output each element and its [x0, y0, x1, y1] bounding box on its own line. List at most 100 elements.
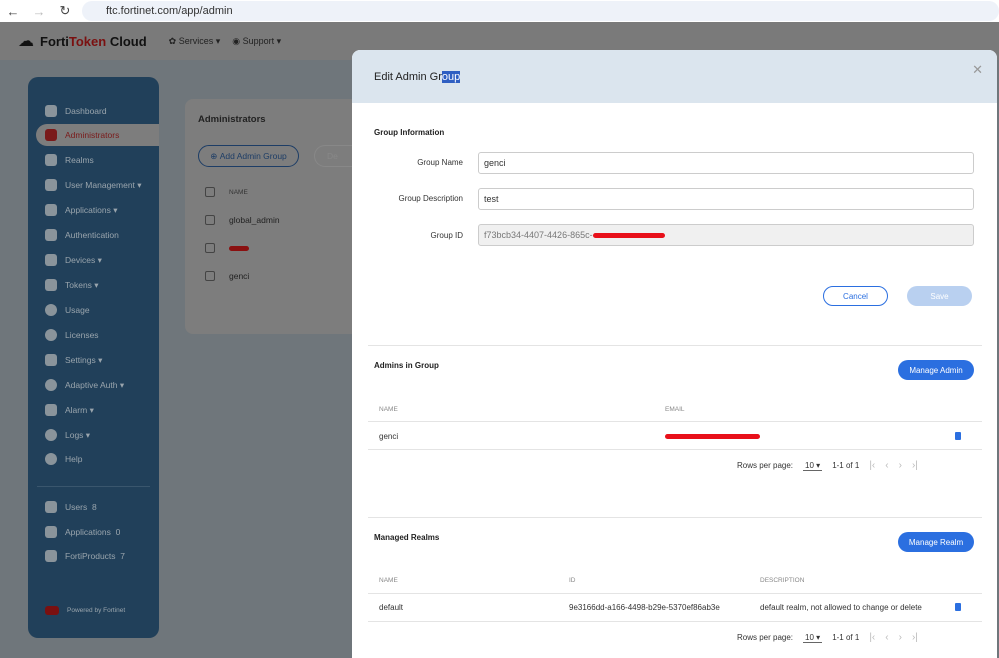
- adaptive-auth-icon: [45, 379, 57, 391]
- edit-admin-group-modal: Edit Admin Group ✕ Group Information Gro…: [352, 50, 997, 658]
- realm-name-cell: default: [379, 603, 404, 612]
- help-icon: [45, 453, 57, 465]
- token-icon: [45, 279, 57, 291]
- divider: [368, 345, 982, 346]
- sidebar-item-licenses[interactable]: Licenses: [28, 324, 159, 346]
- license-icon: [45, 329, 57, 341]
- admins-pagination: Rows per page: 10 ▾ 1-1 of 1 |‹ ‹ › ›|: [737, 460, 918, 471]
- row-checkbox[interactable]: [205, 243, 215, 253]
- cancel-button[interactable]: Cancel: [823, 286, 888, 306]
- select-all-checkbox[interactable]: [205, 187, 215, 197]
- group-name-label: Group Name: [417, 158, 463, 167]
- redacted-name: [229, 245, 249, 251]
- sidebar: Dashboard Administrators Realms User Man…: [28, 77, 159, 638]
- last-page-icon[interactable]: ›|: [912, 460, 918, 471]
- column-header-email: EMAIL: [665, 406, 685, 413]
- sidebar-item-adaptive-auth[interactable]: Adaptive Auth ▾: [28, 374, 159, 396]
- first-page-icon[interactable]: |‹: [869, 460, 875, 471]
- redacted-email: [665, 434, 760, 439]
- column-header-id: ID: [569, 577, 576, 584]
- realms-icon: [45, 154, 57, 166]
- realm-description-cell: default realm, not allowed to change or …: [760, 603, 922, 612]
- sidebar-item-tokens[interactable]: Tokens ▾: [28, 274, 159, 296]
- save-button[interactable]: Save: [907, 286, 972, 306]
- table-row[interactable]: genci: [205, 271, 249, 281]
- sidebar-item-settings[interactable]: Settings ▾: [28, 349, 159, 371]
- sidebar-item-logs[interactable]: Logs ▾: [28, 424, 159, 446]
- last-page-icon[interactable]: ›|: [912, 632, 918, 643]
- divider: [368, 621, 982, 622]
- rows-per-page-select[interactable]: 10 ▾: [803, 461, 823, 471]
- trash-icon[interactable]: [955, 432, 961, 440]
- bell-icon: [45, 404, 57, 416]
- trash-icon[interactable]: [955, 603, 961, 611]
- close-icon[interactable]: ✕: [972, 62, 983, 78]
- group-information-heading: Group Information: [374, 128, 445, 137]
- grid-icon: [45, 204, 57, 216]
- address-bar[interactable]: ftc.fortinet.com/app/admin: [82, 1, 999, 21]
- services-menu[interactable]: ✿ Services ▾: [169, 36, 221, 47]
- column-header-description: DESCRIPTION: [760, 577, 805, 584]
- divider: [368, 421, 982, 422]
- next-page-icon[interactable]: ›: [899, 460, 902, 471]
- sidebar-item-applications[interactable]: Applications ▾: [28, 199, 159, 221]
- url-text: ftc.fortinet.com/app/admin: [106, 5, 233, 17]
- page-title: Administrators: [198, 114, 266, 125]
- sidebar-item-devices[interactable]: Devices ▾: [28, 249, 159, 271]
- reload-icon[interactable]: ↻: [52, 3, 78, 19]
- next-page-icon[interactable]: ›: [899, 632, 902, 643]
- add-admin-group-button[interactable]: ⊕ Add Admin Group: [198, 145, 299, 167]
- group-description-label: Group Description: [398, 194, 463, 203]
- managed-realms-heading: Managed Realms: [374, 533, 440, 542]
- support-menu[interactable]: ◉ Support ▾: [232, 36, 281, 47]
- stat-users[interactable]: Users 8: [28, 496, 159, 518]
- users-icon: [45, 501, 57, 513]
- grid-icon: [45, 526, 57, 538]
- stat-fortiproducts[interactable]: FortiProducts 7: [28, 545, 159, 567]
- devices-icon: [45, 254, 57, 266]
- column-header-name: NAME: [379, 406, 398, 413]
- sidebar-item-dashboard[interactable]: Dashboard: [28, 100, 159, 122]
- sidebar-item-usage[interactable]: Usage: [28, 299, 159, 321]
- cloud-logo-icon: ☁: [18, 33, 34, 50]
- back-icon[interactable]: ←: [0, 4, 26, 19]
- modal-header: Edit Admin Group: [352, 50, 997, 103]
- usage-icon: [45, 304, 57, 316]
- prev-page-icon[interactable]: ‹: [885, 460, 888, 471]
- sidebar-item-user-management[interactable]: User Management ▾: [28, 174, 159, 196]
- prev-page-icon[interactable]: ‹: [885, 632, 888, 643]
- logs-icon: [45, 429, 57, 441]
- row-checkbox[interactable]: [205, 271, 215, 281]
- sidebar-item-help[interactable]: Help: [28, 448, 159, 470]
- table-header: NAME: [205, 187, 248, 197]
- sidebar-item-authentication[interactable]: Authentication: [28, 224, 159, 246]
- rows-per-page-select[interactable]: 10 ▾: [803, 633, 823, 643]
- powered-by: Powered by Fortinet: [28, 599, 159, 621]
- sidebar-item-realms[interactable]: Realms: [28, 149, 159, 171]
- first-page-icon[interactable]: |‹: [869, 632, 875, 643]
- shield-icon: [45, 129, 57, 141]
- sidebar-item-administrators[interactable]: Administrators: [36, 124, 159, 146]
- stat-applications[interactable]: Applications 0: [28, 521, 159, 543]
- sidebar-item-alarm[interactable]: Alarm ▾: [28, 399, 159, 421]
- manage-realm-button[interactable]: Manage Realm: [898, 532, 974, 552]
- auth-icon: [45, 229, 57, 241]
- forward-icon[interactable]: →: [26, 4, 52, 19]
- group-name-input[interactable]: genci: [478, 152, 974, 174]
- table-row[interactable]: global_admin: [205, 215, 280, 225]
- group-id-input: f73bcb34-4407-4426-865c-: [478, 224, 974, 246]
- server-icon: [45, 550, 57, 562]
- realms-pagination: Rows per page: 10 ▾ 1-1 of 1 |‹ ‹ › ›|: [737, 632, 918, 643]
- row-checkbox[interactable]: [205, 215, 215, 225]
- admin-name-cell: genci: [379, 432, 399, 441]
- sidebar-divider: [37, 486, 150, 487]
- realm-id-cell: 9e3166dd-a166-4498-b29e-5370ef86ab3e: [569, 603, 720, 612]
- table-row[interactable]: [205, 243, 249, 253]
- admins-in-group-heading: Admins in Group: [374, 361, 439, 370]
- dashboard-icon: [45, 105, 57, 117]
- manage-admin-button[interactable]: Manage Admin: [898, 360, 974, 380]
- gear-icon: [45, 354, 57, 366]
- divider: [368, 517, 982, 518]
- group-description-input[interactable]: test: [478, 188, 974, 210]
- user-icon: [45, 179, 57, 191]
